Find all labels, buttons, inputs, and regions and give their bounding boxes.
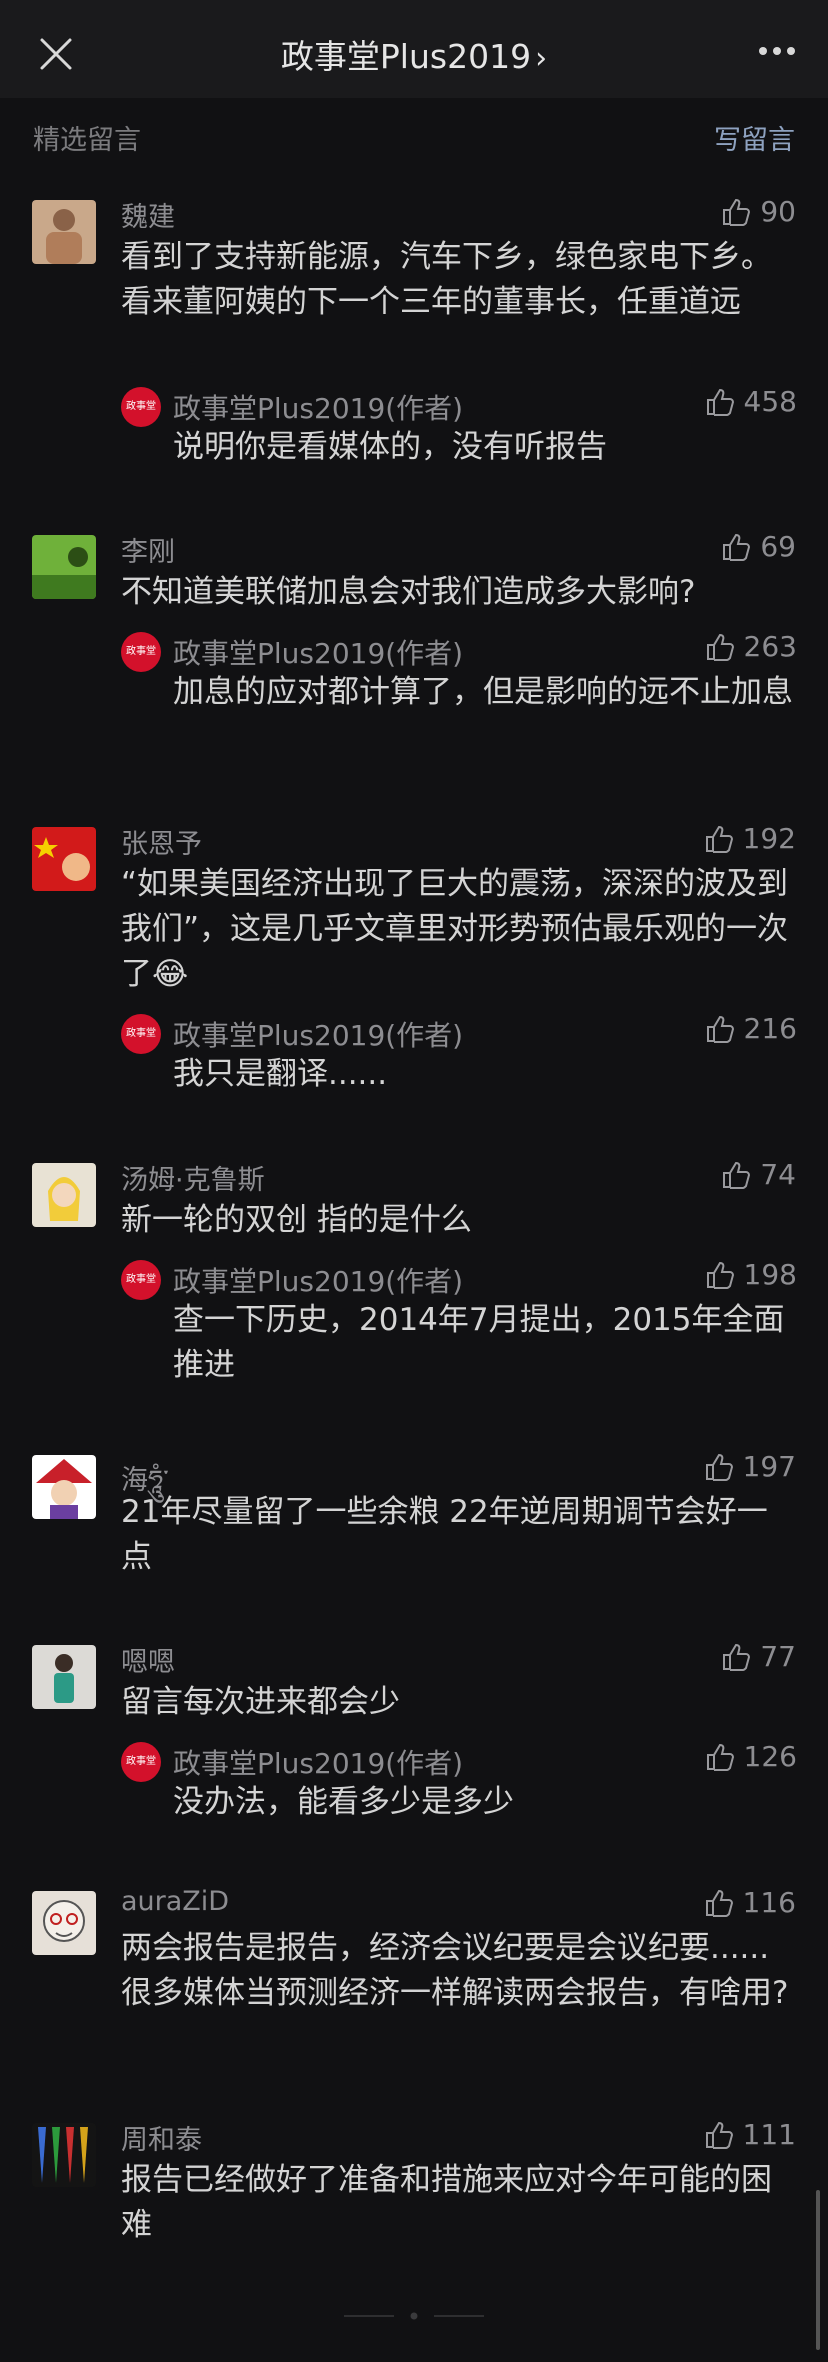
avatar[interactable]	[32, 200, 96, 264]
comment-author[interactable]: 李刚	[121, 530, 175, 569]
reply-author: 政事堂Plus2019(作者)	[173, 1265, 464, 1298]
like-button[interactable]: 216	[704, 1012, 797, 1045]
reply-author: 政事堂Plus2019(作者)	[173, 392, 464, 425]
like-count: 263	[743, 630, 797, 663]
section-title: 精选留言	[33, 125, 141, 156]
author-avatar: 政事堂	[121, 387, 161, 427]
avatar[interactable]	[32, 535, 96, 599]
comment-text: 不知道美联储加息会对我们造成多大影响?	[121, 574, 696, 610]
like-button[interactable]: 192	[703, 822, 796, 855]
comment-text: “如果美国经济出现了巨大的震荡，深深的波及到我们”，这是几乎文章里对形势预估最乐…	[121, 866, 789, 992]
comment-author[interactable]: auraZiD	[121, 1886, 229, 1917]
comment-text: 看到了支持新能源，汽车下乡，绿色家电下乡。看来董阿姨的下一个三年的董事长，任重道…	[121, 239, 772, 320]
comment-text: 两会报告是报告，经济会议纪要是会议纪要......很多媒体当预测经济一样解读两会…	[121, 1930, 789, 2011]
comment-author[interactable]: 张恩予	[121, 822, 202, 861]
like-count: 116	[742, 1886, 796, 1919]
like-count: 74	[760, 1158, 796, 1191]
comment-author[interactable]: 汤姆·克鲁斯	[121, 1158, 265, 1197]
thumbs-up-icon	[706, 1743, 734, 1771]
like-button[interactable]: 263	[704, 630, 797, 663]
like-button[interactable]: 126	[704, 1740, 797, 1773]
comments-header: 精选留言 写留言	[0, 110, 828, 157]
thumbs-up-icon	[723, 533, 751, 561]
more-icon[interactable]	[756, 44, 798, 58]
thumbs-up-icon	[706, 633, 734, 661]
comment-author[interactable]: 嗯嗯	[121, 1640, 175, 1679]
like-count: 90	[760, 195, 796, 228]
like-count: 111	[742, 2118, 796, 2151]
like-button[interactable]: 458	[704, 385, 797, 418]
avatar[interactable]	[32, 1645, 96, 1709]
author-avatar: 政事堂	[121, 1742, 161, 1782]
thumbs-up-icon	[705, 1889, 733, 1917]
like-button[interactable]: 111	[703, 2118, 796, 2151]
thumbs-up-icon	[705, 825, 733, 853]
reply-text: 说明你是看媒体的，没有听报告	[173, 429, 607, 465]
like-button[interactable]: 69	[720, 530, 796, 563]
reply-author: 政事堂Plus2019(作者)	[173, 1019, 464, 1052]
like-button[interactable]: 77	[720, 1640, 796, 1673]
reply-text: 我只是翻译......	[173, 1056, 388, 1092]
author-avatar: 政事堂	[121, 632, 161, 672]
page-title[interactable]: 政事堂Plus2019 ›	[0, 30, 828, 78]
reply-text: 没办法，能看多少是多少	[173, 1784, 514, 1820]
thumbs-up-icon	[723, 1161, 751, 1189]
like-count: 77	[760, 1640, 796, 1673]
like-count: 69	[760, 530, 796, 563]
like-count: 126	[743, 1740, 797, 1773]
chevron-right-icon: ›	[535, 41, 548, 76]
avatar[interactable]	[32, 827, 96, 891]
thumbs-up-icon	[705, 1453, 733, 1481]
thumbs-up-icon	[723, 1643, 751, 1671]
thumbs-up-icon	[723, 198, 751, 226]
avatar[interactable]	[32, 1891, 96, 1955]
top-bar: 政事堂Plus2019 ›	[0, 0, 828, 98]
like-button[interactable]: 198	[704, 1258, 797, 1291]
account-title: 政事堂Plus2019	[280, 37, 532, 76]
bottom-indicator	[344, 2312, 484, 2320]
like-button[interactable]: 116	[703, 1886, 796, 1919]
comment-text: 留言每次进来都会少	[121, 1684, 400, 1720]
comment-text: 21年尽量留了一些余粮 22年逆周期调节会好一点	[121, 1494, 768, 1575]
reply-author: 政事堂Plus2019(作者)	[173, 637, 464, 670]
write-comment-button[interactable]: 写留言	[714, 118, 795, 157]
comment-text: 新一轮的双创 指的是什么	[121, 1202, 472, 1238]
thumbs-up-icon	[706, 1261, 734, 1289]
thumbs-up-icon	[706, 388, 734, 416]
comment-author[interactable]: 魏建	[121, 195, 175, 234]
comment-text: 报告已经做好了准备和措施来应对今年可能的困难	[121, 2162, 772, 2243]
reply-text: 查一下历史，2014年7月提出，2015年全面推进	[173, 1302, 785, 1383]
avatar[interactable]	[32, 1163, 96, 1227]
like-button[interactable]: 90	[720, 195, 796, 228]
author-avatar: 政事堂	[121, 1014, 161, 1054]
thumbs-up-icon	[706, 1015, 734, 1043]
reply-text: 加息的应对都计算了，但是影响的远不止加息	[173, 674, 793, 710]
scrollbar[interactable]	[816, 2190, 820, 2350]
like-count: 216	[743, 1012, 797, 1045]
like-count: 198	[743, 1258, 797, 1291]
author-avatar: 政事堂	[121, 1260, 161, 1300]
comment-author[interactable]: 周和泰	[121, 2118, 202, 2157]
like-button[interactable]: 74	[720, 1158, 796, 1191]
reply-author: 政事堂Plus2019(作者)	[173, 1747, 464, 1780]
avatar[interactable]	[32, 2123, 96, 2187]
thumbs-up-icon	[705, 2121, 733, 2149]
like-count: 458	[743, 385, 797, 418]
like-button[interactable]: 197	[703, 1450, 796, 1483]
like-count: 197	[742, 1450, 796, 1483]
avatar[interactable]	[32, 1455, 96, 1519]
like-count: 192	[742, 822, 796, 855]
